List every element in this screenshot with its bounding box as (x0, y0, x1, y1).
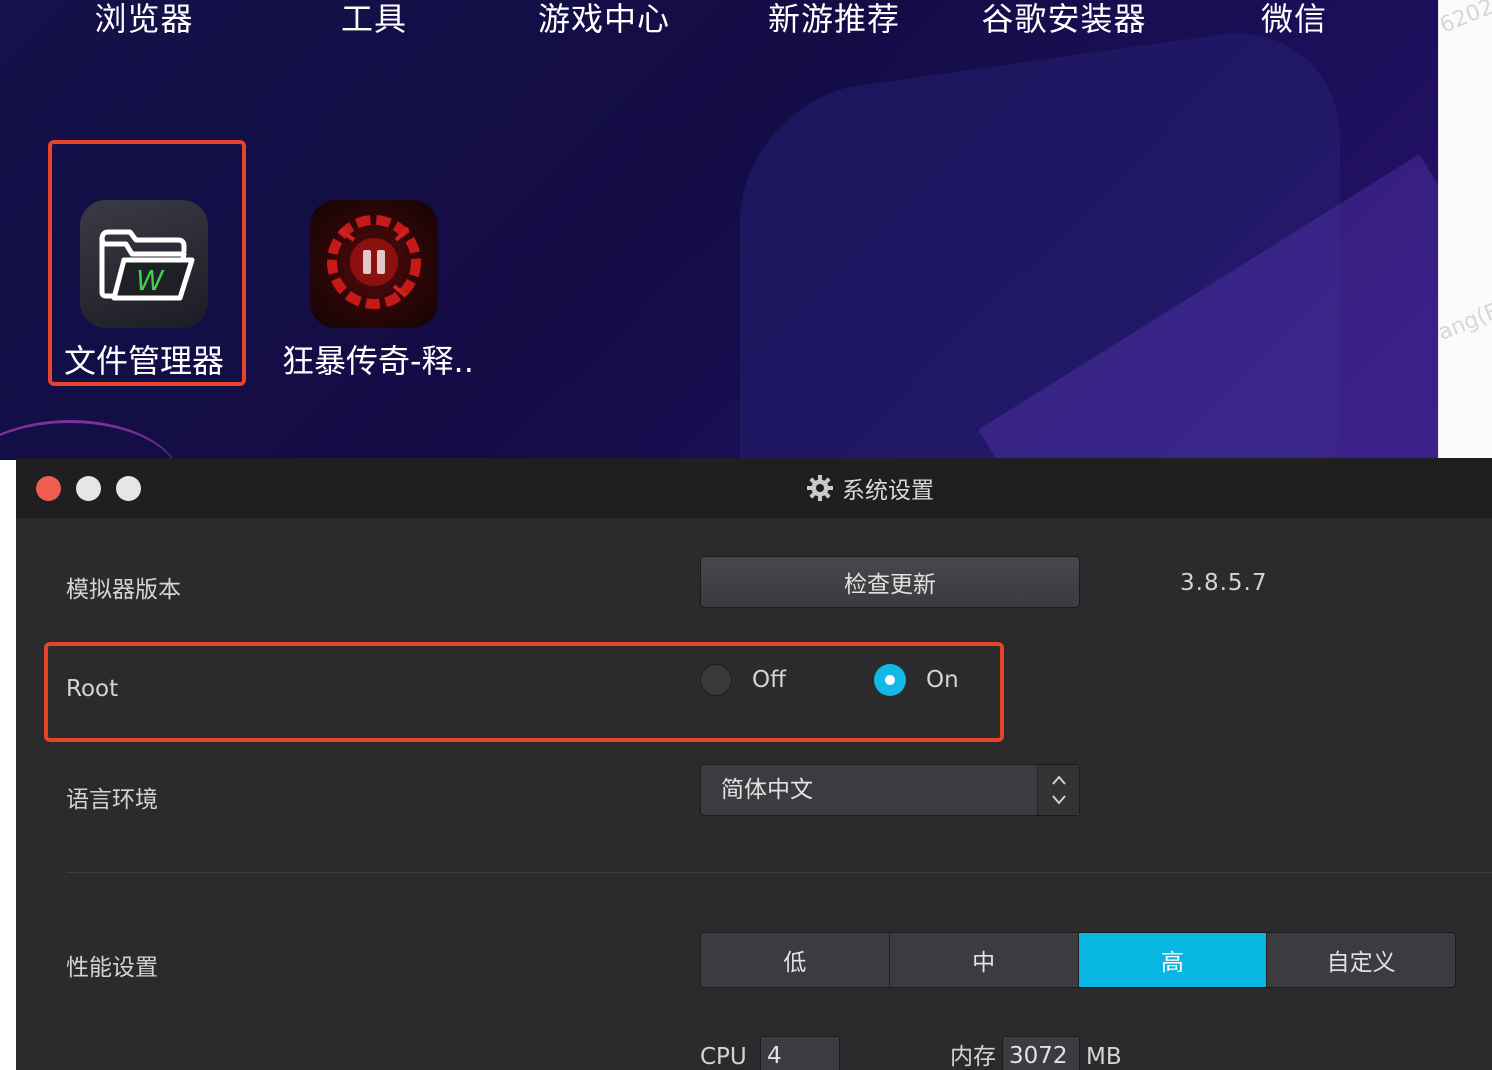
highlight-box (48, 140, 246, 386)
dock-item-game-center[interactable]: 游戏中心 (504, 0, 704, 40)
dock-item-tools[interactable]: 工具 (274, 0, 474, 40)
root-off-radio[interactable] (700, 664, 732, 696)
cpu-input[interactable]: 4 (760, 1036, 840, 1070)
cpu-label: CPU (700, 1044, 747, 1070)
window-title: 系统设置 (806, 472, 934, 504)
check-update-button[interactable]: 检查更新 (700, 556, 1080, 608)
wallpaper-arc (0, 420, 180, 460)
language-label: 语言环境 (66, 787, 158, 813)
watermark-text: ang(F (1438, 299, 1492, 346)
dock-item-google-installer[interactable]: 谷歌安装器 (964, 0, 1164, 40)
section-divider (66, 872, 1492, 873)
root-on-label[interactable]: On (926, 664, 959, 696)
performance-segmented-control: 低 中 高 自定义 (700, 932, 1456, 988)
close-button[interactable] (36, 476, 61, 501)
perf-option-medium[interactable]: 中 (889, 933, 1079, 987)
version-label: 模拟器版本 (66, 577, 181, 603)
window-title-text: 系统设置 (842, 478, 934, 504)
watermark-text: 6202 (1438, 0, 1492, 39)
gear-icon (807, 475, 833, 501)
perf-option-low[interactable]: 低 (701, 933, 890, 987)
dock-item-new-games[interactable]: 新游推荐 (734, 0, 934, 40)
select-stepper[interactable] (1037, 765, 1079, 815)
perf-option-custom[interactable]: 自定义 (1267, 933, 1455, 987)
game-icon[interactable] (310, 200, 438, 328)
root-label: Root (66, 676, 119, 702)
root-off-label[interactable]: Off (752, 664, 786, 696)
memory-unit: MB (1086, 1044, 1122, 1070)
memory-input[interactable]: 3072 (1002, 1036, 1080, 1070)
version-value: 3.8.5.7 (1180, 570, 1268, 596)
title-bar[interactable]: 系统设置 (16, 458, 1492, 518)
language-select-value: 简体中文 (721, 777, 813, 803)
minimize-button[interactable] (76, 476, 101, 501)
emulator-desktop: 浏览器 工具 游戏中心 新游推荐 谷歌安装器 微信 W 文件管理器 狂暴传奇-释… (0, 0, 1438, 460)
dock-item-wechat[interactable]: 微信 (1194, 0, 1394, 40)
memory-label: 内存 (950, 1044, 996, 1070)
highlight-box (44, 642, 1004, 742)
background-window-edge: 6202 ang(F (1438, 0, 1492, 458)
performance-label: 性能设置 (66, 955, 158, 981)
chevron-up-down-icon (1052, 775, 1066, 805)
dock-item-browser[interactable]: 浏览器 (44, 0, 244, 40)
settings-window: 系统设置 模拟器版本 检查更新 3.8.5.7 Root Off On 语言环境… (16, 458, 1492, 1070)
app-label-game[interactable]: 狂暴传奇-释.. (282, 336, 474, 382)
language-select[interactable]: 简体中文 (700, 764, 1080, 816)
root-on-radio[interactable] (874, 664, 906, 696)
maximize-button[interactable] (116, 476, 141, 501)
perf-option-high[interactable]: 高 (1078, 933, 1268, 987)
